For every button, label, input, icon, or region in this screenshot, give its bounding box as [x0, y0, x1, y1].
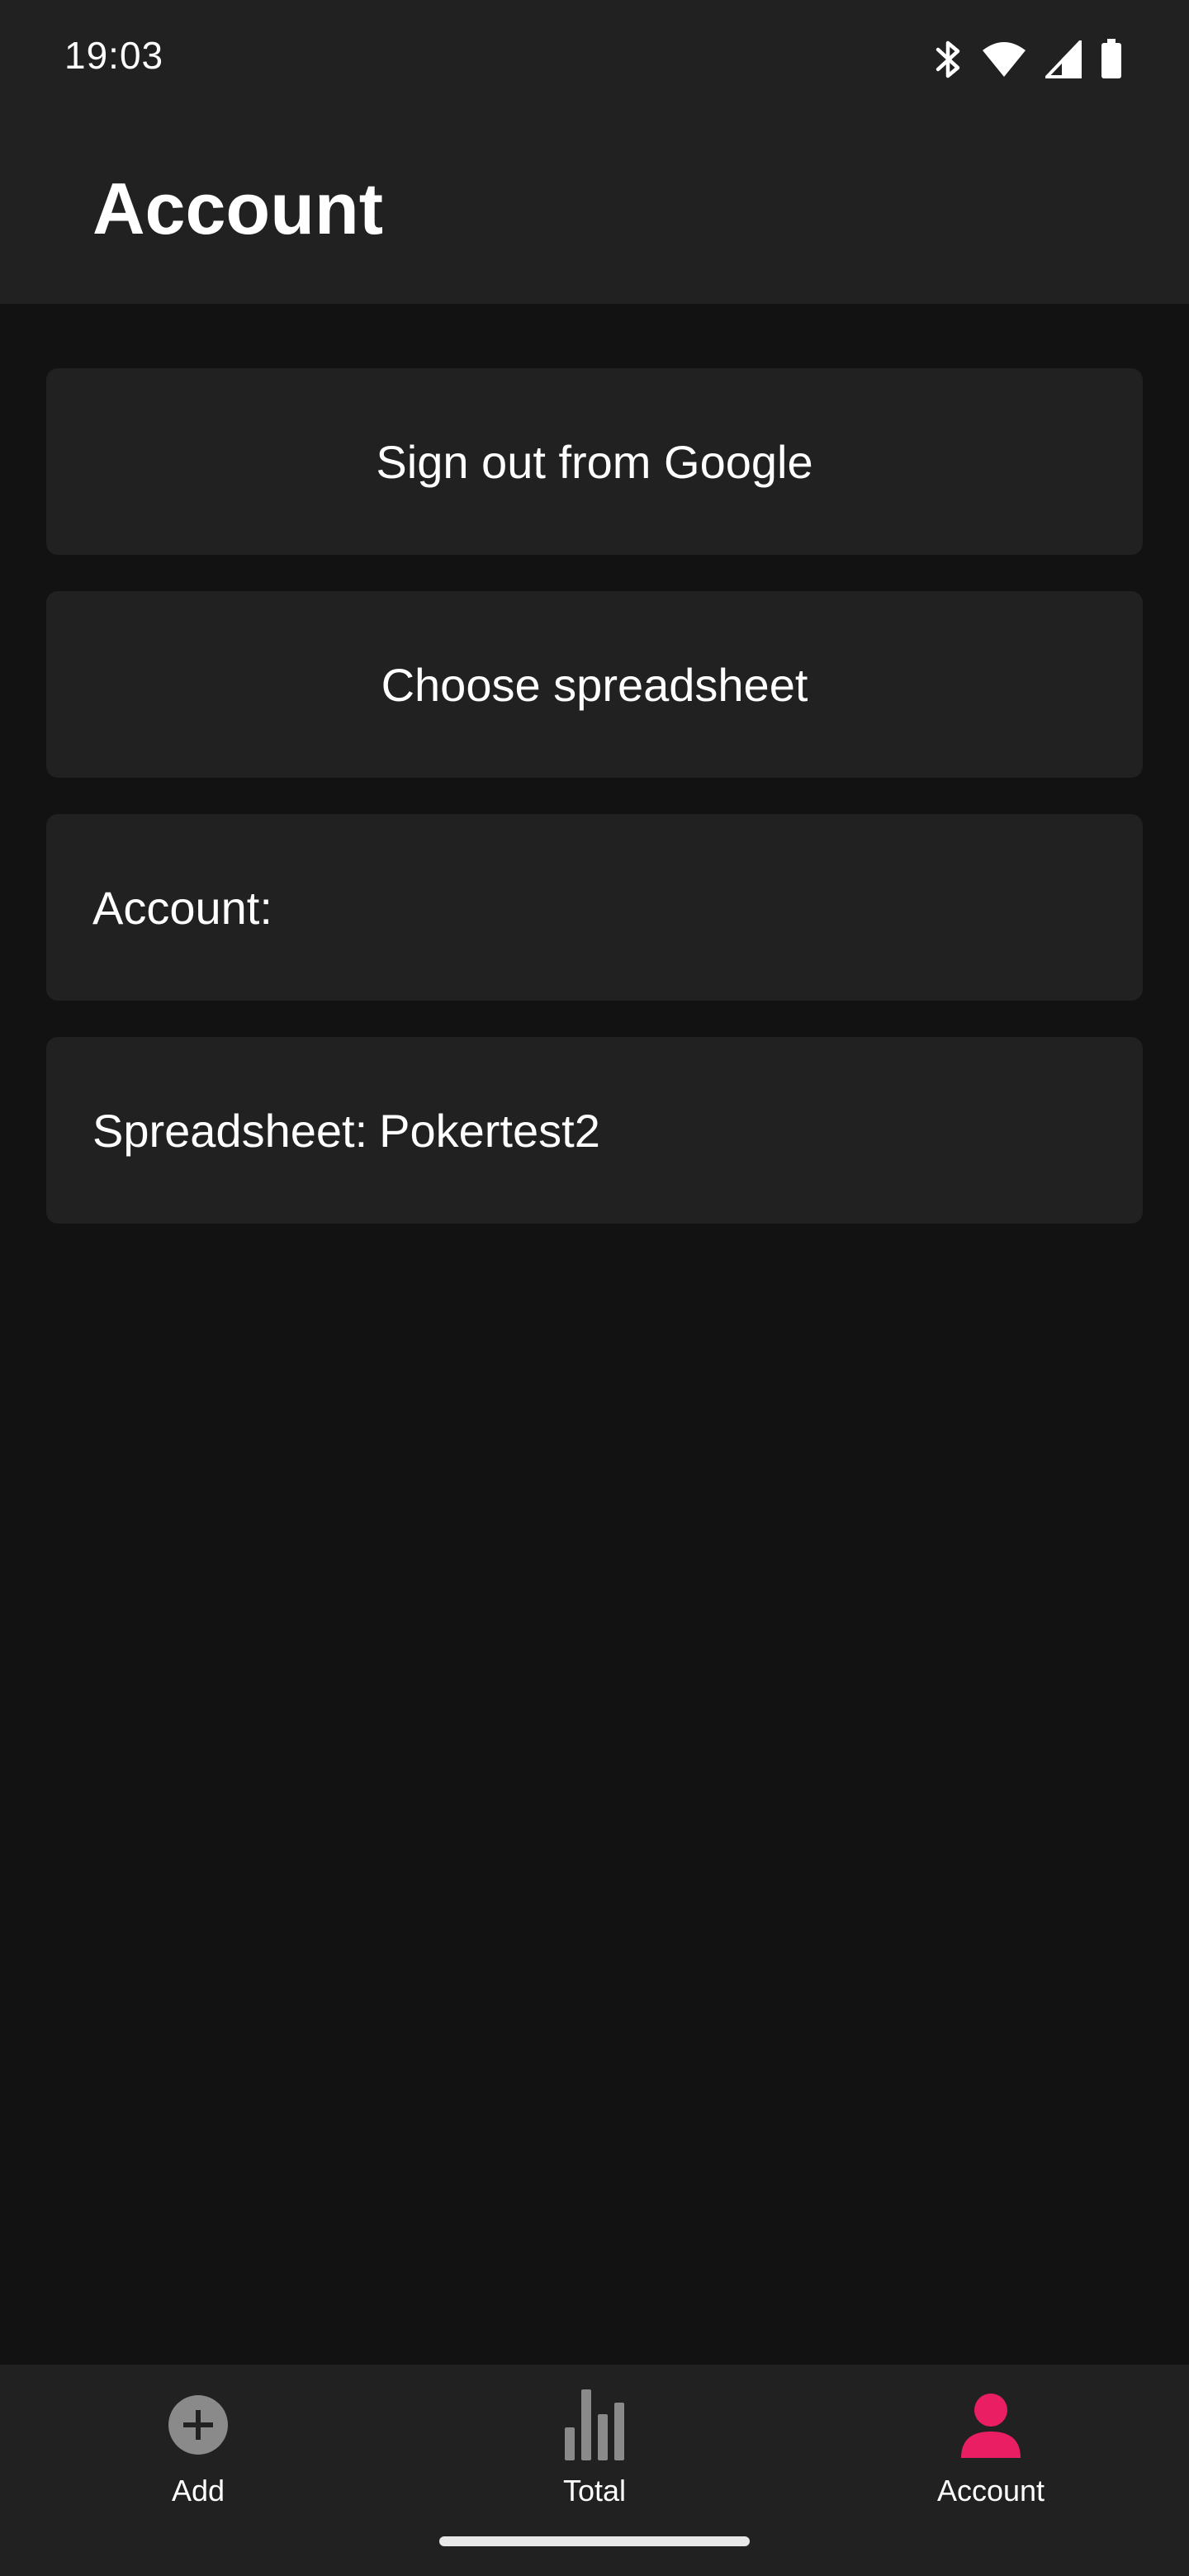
- page-title: Account: [92, 168, 383, 249]
- account-label: Account:: [92, 881, 272, 934]
- spreadsheet-label: Spreadsheet:: [92, 1104, 368, 1157]
- person-icon: [954, 2388, 1028, 2462]
- sign-out-button[interactable]: Sign out from Google: [46, 368, 1143, 555]
- battery-icon: [1100, 39, 1123, 80]
- account-screen: 19:03 Account Sign out from Google Choos…: [0, 0, 1189, 2576]
- nav-label-add: Add: [171, 2474, 225, 2507]
- spreadsheet-value: Pokertest2: [379, 1104, 600, 1157]
- choose-spreadsheet-label: Choose spreadsheet: [381, 658, 808, 711]
- add-circle-icon: [161, 2388, 235, 2462]
- bluetooth-icon: [935, 38, 963, 81]
- nav-item-add[interactable]: Add: [74, 2388, 322, 2536]
- home-indicator[interactable]: [439, 2536, 750, 2546]
- status-icons: [935, 36, 1123, 83]
- sign-out-label: Sign out from Google: [376, 435, 813, 488]
- choose-spreadsheet-button[interactable]: Choose spreadsheet: [46, 591, 1143, 778]
- nav-item-total[interactable]: Total: [471, 2388, 718, 2536]
- nav-label-account: Account: [936, 2474, 1045, 2507]
- nav-item-account[interactable]: Account: [867, 2388, 1115, 2536]
- account-info-line: Account:: [92, 881, 284, 935]
- status-bar: 19:03: [0, 0, 1189, 116]
- cell-signal-icon: [1045, 40, 1082, 78]
- wifi-icon: [981, 40, 1027, 78]
- spreadsheet-info-card: Spreadsheet: Pokertest2: [46, 1037, 1143, 1224]
- account-info-card: Account:: [46, 814, 1143, 1001]
- status-time: 19:03: [64, 34, 164, 77]
- app-bar: Account: [0, 116, 1189, 304]
- nav-label-total: Total: [562, 2474, 627, 2507]
- spreadsheet-info-line: Spreadsheet: Pokertest2: [92, 1104, 600, 1158]
- bar-chart-icon: [557, 2388, 632, 2462]
